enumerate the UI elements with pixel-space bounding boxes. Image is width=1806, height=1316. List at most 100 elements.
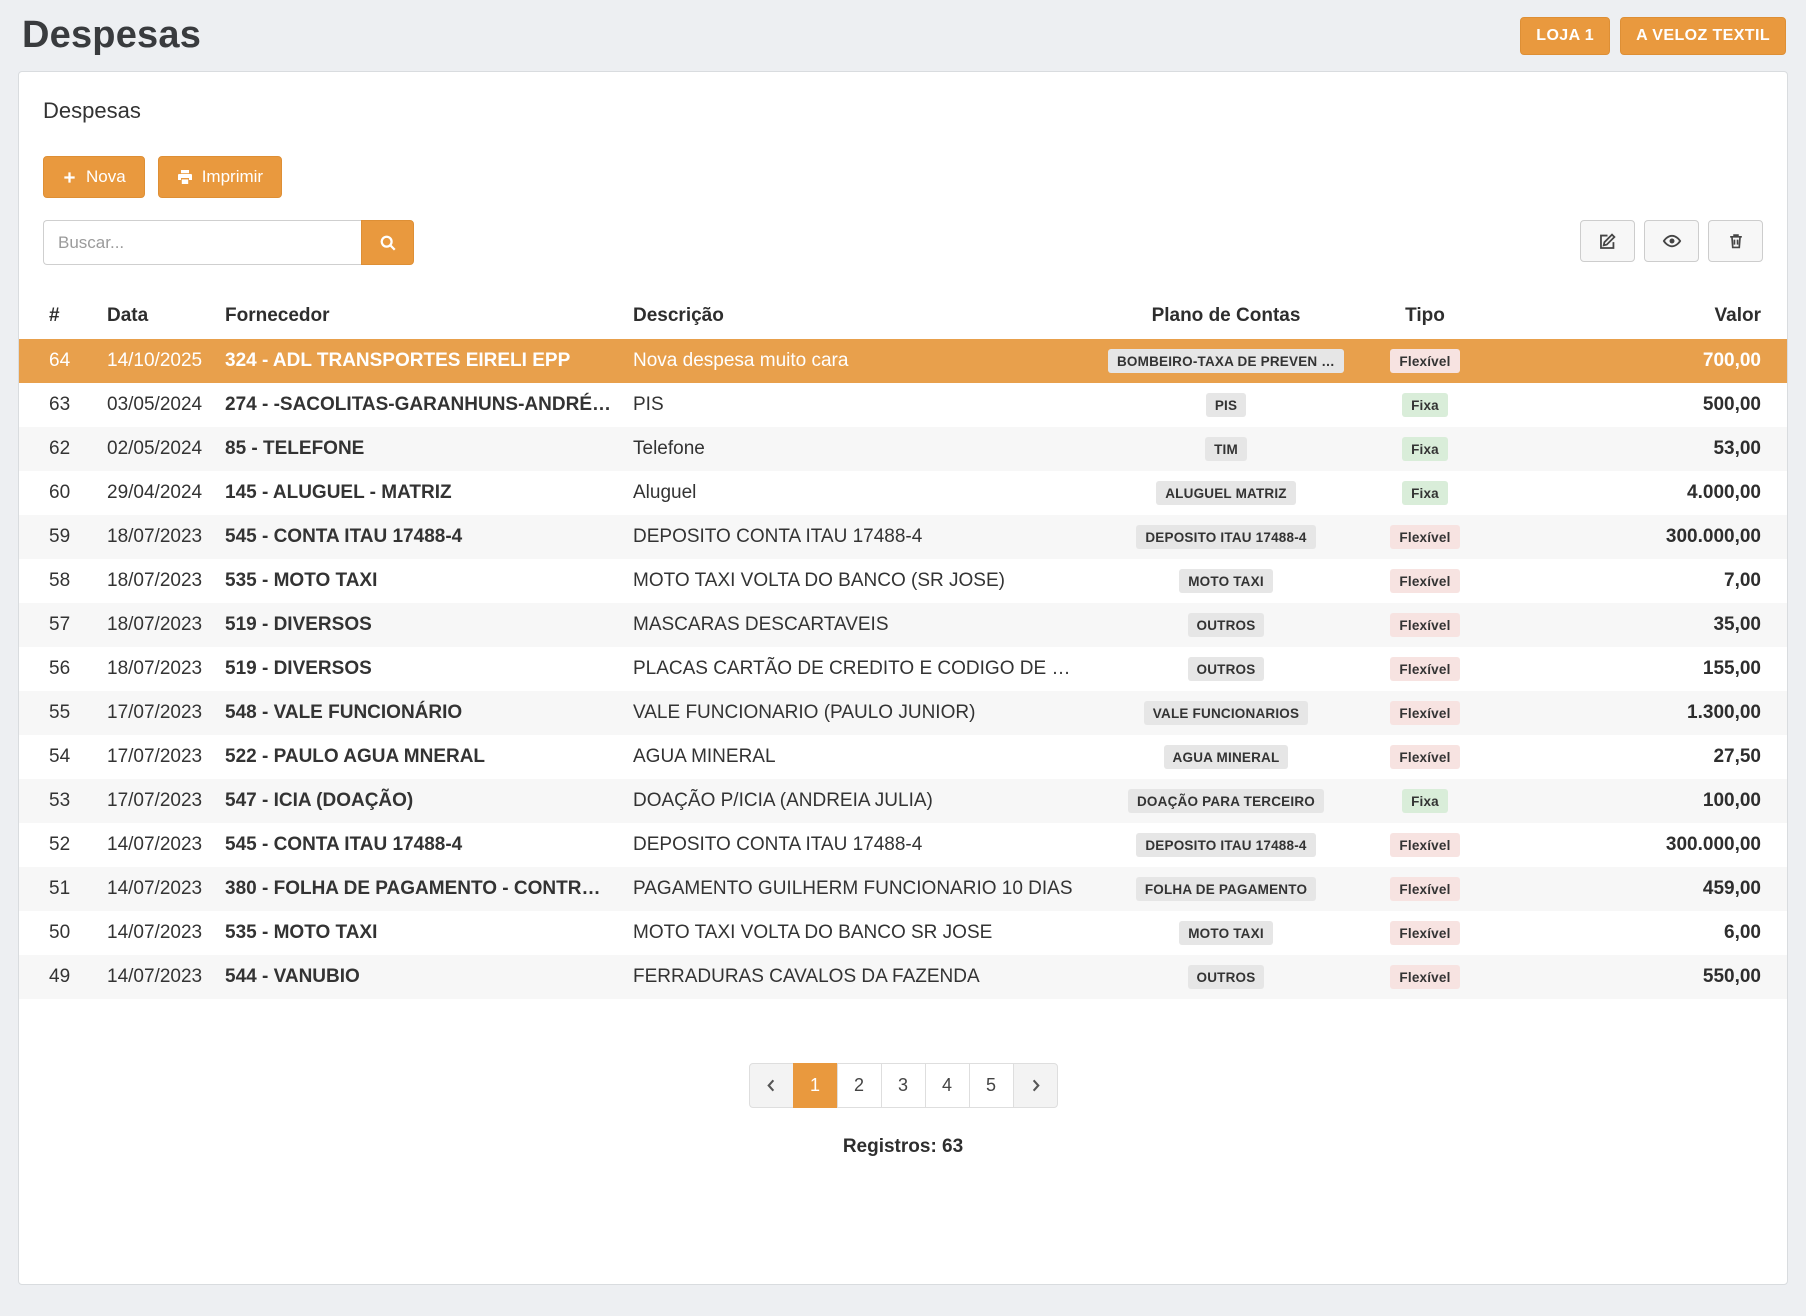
type-badge: Flexível	[1390, 525, 1459, 549]
row-value: 500,00	[1489, 383, 1787, 427]
row-id: 57	[19, 603, 97, 647]
table-row[interactable]: 53 17/07/2023 547 - ICIA (DOAÇÃO) DOAÇÃO…	[19, 779, 1787, 823]
row-value: 53,00	[1489, 427, 1787, 471]
row-action-buttons	[1580, 220, 1763, 262]
print-button[interactable]: Imprimir	[158, 156, 282, 198]
row-date: 18/07/2023	[97, 515, 215, 559]
row-description: AGUA MINERAL	[623, 735, 1091, 779]
edit-button[interactable]	[1580, 220, 1635, 262]
row-id: 54	[19, 735, 97, 779]
row-value: 300.000,00	[1489, 515, 1787, 559]
row-description: MOTO TAXI VOLTA DO BANCO SR JOSE	[623, 911, 1091, 955]
row-value: 35,00	[1489, 603, 1787, 647]
row-value: 6,00	[1489, 911, 1787, 955]
pagination-page[interactable]: 4	[925, 1063, 970, 1108]
search-icon	[379, 234, 397, 252]
plus-icon	[62, 170, 77, 185]
toolbar: Nova Imprimir	[19, 156, 1787, 198]
table-row[interactable]: 54 17/07/2023 522 - PAULO AGUA MNERAL AG…	[19, 735, 1787, 779]
row-supplier: 548 - VALE FUNCIONÁRIO	[215, 691, 623, 735]
pagination: 12345	[19, 1063, 1787, 1108]
pagination-page[interactable]: 2	[837, 1063, 882, 1108]
pagination-page[interactable]: 5	[969, 1063, 1014, 1108]
delete-button[interactable]	[1708, 220, 1763, 262]
row-id: 62	[19, 427, 97, 471]
store-button[interactable]: LOJA 1	[1520, 17, 1610, 55]
view-button[interactable]	[1644, 220, 1699, 262]
row-value: 155,00	[1489, 647, 1787, 691]
row-supplier: 85 - TELEFONE	[215, 427, 623, 471]
column-header-description: Descrição	[623, 293, 1091, 339]
pagination-prev[interactable]	[749, 1063, 794, 1108]
row-supplier: 519 - DIVERSOS	[215, 603, 623, 647]
row-id: 64	[19, 339, 97, 383]
new-button[interactable]: Nova	[43, 156, 145, 198]
table-row[interactable]: 56 18/07/2023 519 - DIVERSOS PLACAS CART…	[19, 647, 1787, 691]
type-badge: Fixa	[1402, 481, 1448, 505]
edit-icon	[1598, 232, 1617, 251]
row-value: 700,00	[1489, 339, 1787, 383]
expenses-table-body: 64 14/10/2025 324 - ADL TRANSPORTES EIRE…	[19, 339, 1787, 999]
top-bar: Despesas LOJA 1 A VELOZ TEXTIL	[0, 0, 1806, 65]
search-button[interactable]	[361, 220, 414, 265]
account-badge: DEPOSITO ITAU 17488-4	[1136, 833, 1315, 857]
page-title: Despesas	[22, 14, 201, 57]
table-row[interactable]: 59 18/07/2023 545 - CONTA ITAU 17488-4 D…	[19, 515, 1787, 559]
records-count: Registros: 63	[19, 1136, 1787, 1158]
table-row[interactable]: 60 29/04/2024 145 - ALUGUEL - MATRIZ Alu…	[19, 471, 1787, 515]
type-badge: Flexível	[1390, 921, 1459, 945]
company-button[interactable]: A VELOZ TEXTIL	[1620, 17, 1786, 55]
table-row[interactable]: 49 14/07/2023 544 - VANUBIO FERRADURAS C…	[19, 955, 1787, 999]
row-id: 63	[19, 383, 97, 427]
expenses-table: # Data Fornecedor Descrição Plano de Con…	[19, 293, 1787, 999]
table-row[interactable]: 51 14/07/2023 380 - FOLHA DE PAGAMENTO -…	[19, 867, 1787, 911]
row-supplier: 380 - FOLHA DE PAGAMENTO - CONTRA-CH…	[215, 867, 623, 911]
row-description: MOTO TAXI VOLTA DO BANCO (SR JOSE)	[623, 559, 1091, 603]
row-supplier: 535 - MOTO TAXI	[215, 559, 623, 603]
table-row[interactable]: 52 14/07/2023 545 - CONTA ITAU 17488-4 D…	[19, 823, 1787, 867]
column-header-supplier: Fornecedor	[215, 293, 623, 339]
table-row[interactable]: 58 18/07/2023 535 - MOTO TAXI MOTO TAXI …	[19, 559, 1787, 603]
table-row[interactable]: 57 18/07/2023 519 - DIVERSOS MASCARAS DE…	[19, 603, 1787, 647]
type-badge: Fixa	[1402, 393, 1448, 417]
row-value: 4.000,00	[1489, 471, 1787, 515]
row-value: 300.000,00	[1489, 823, 1787, 867]
row-value: 7,00	[1489, 559, 1787, 603]
row-date: 14/07/2023	[97, 911, 215, 955]
print-button-label: Imprimir	[202, 167, 263, 187]
column-header-id: #	[19, 293, 97, 339]
type-badge: Flexível	[1390, 613, 1459, 637]
table-row[interactable]: 62 02/05/2024 85 - TELEFONE Telefone TIM…	[19, 427, 1787, 471]
row-description: DOAÇÃO P/ICIA (ANDREIA JULIA)	[623, 779, 1091, 823]
table-row[interactable]: 63 03/05/2024 274 - -SACOLITAS-GARANHUNS…	[19, 383, 1787, 427]
table-row[interactable]: 64 14/10/2025 324 - ADL TRANSPORTES EIRE…	[19, 339, 1787, 383]
row-id: 51	[19, 867, 97, 911]
row-date: 17/07/2023	[97, 779, 215, 823]
pagination-page[interactable]: 3	[881, 1063, 926, 1108]
row-value: 459,00	[1489, 867, 1787, 911]
column-header-value: Valor	[1489, 293, 1787, 339]
type-badge: Flexível	[1390, 657, 1459, 681]
row-description: PIS	[623, 383, 1091, 427]
row-id: 53	[19, 779, 97, 823]
column-header-type: Tipo	[1361, 293, 1489, 339]
pagination-next[interactable]	[1013, 1063, 1058, 1108]
row-supplier: 545 - CONTA ITAU 17488-4	[215, 515, 623, 559]
column-header-account: Plano de Contas	[1091, 293, 1361, 339]
type-badge: Fixa	[1402, 437, 1448, 461]
row-description: MASCARAS DESCARTAVEIS	[623, 603, 1091, 647]
account-badge: OUTROS	[1188, 613, 1265, 637]
chevron-left-icon	[764, 1078, 779, 1093]
row-date: 17/07/2023	[97, 735, 215, 779]
search-input[interactable]	[43, 220, 361, 265]
table-row[interactable]: 55 17/07/2023 548 - VALE FUNCIONÁRIO VAL…	[19, 691, 1787, 735]
pagination-pages: 12345	[794, 1063, 1014, 1108]
row-date: 18/07/2023	[97, 603, 215, 647]
type-badge: Flexível	[1390, 877, 1459, 901]
row-supplier: 544 - VANUBIO	[215, 955, 623, 999]
row-supplier: 324 - ADL TRANSPORTES EIRELI EPP	[215, 339, 623, 383]
eye-icon	[1662, 231, 1682, 251]
pagination-page[interactable]: 1	[793, 1063, 838, 1108]
table-row[interactable]: 50 14/07/2023 535 - MOTO TAXI MOTO TAXI …	[19, 911, 1787, 955]
row-date: 14/07/2023	[97, 823, 215, 867]
